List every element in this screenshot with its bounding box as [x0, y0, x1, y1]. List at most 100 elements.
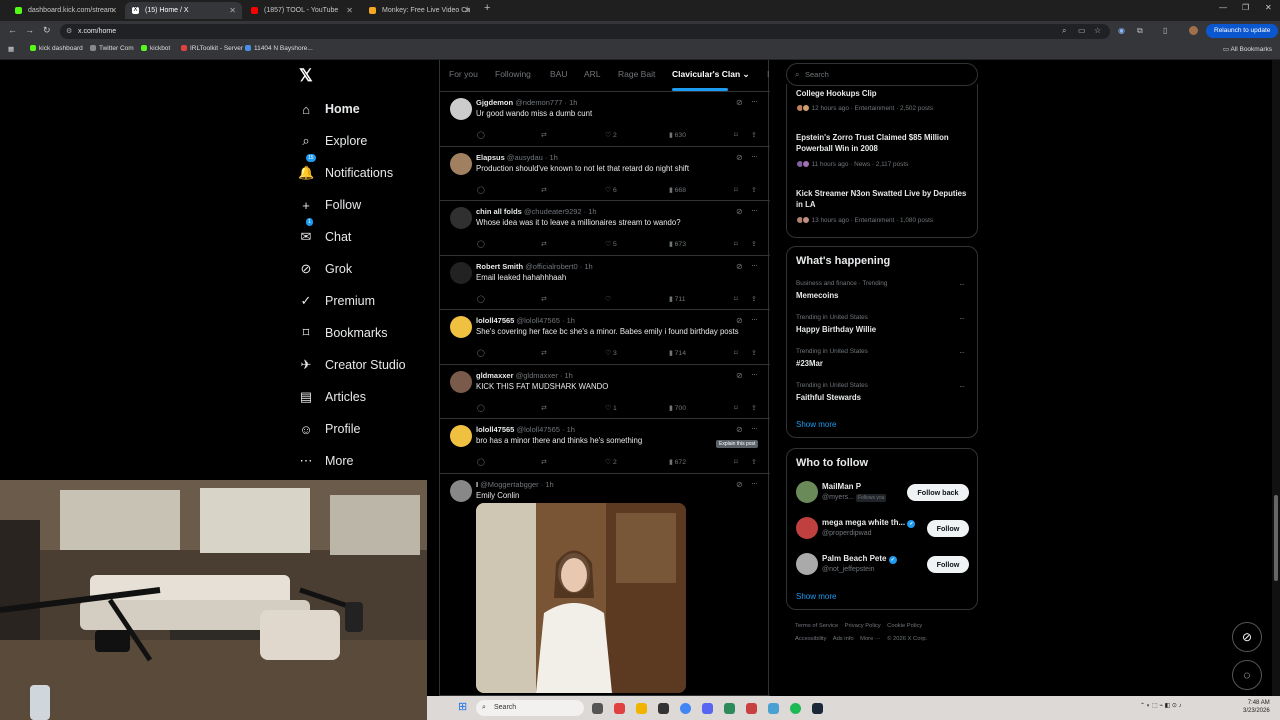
app-icon[interactable] — [746, 703, 757, 714]
avatar[interactable] — [450, 261, 472, 284]
app-icon[interactable] — [724, 703, 735, 714]
suggestion-name[interactable]: Palm Beach Pete ✓ — [822, 554, 897, 564]
reload-icon[interactable]: ↻ — [43, 25, 51, 36]
more-options-icon[interactable]: ··· — [959, 348, 965, 357]
author-handle[interactable]: @lololl47565 — [516, 425, 559, 434]
browser-tab[interactable]: Monkey: Free Live Video Ch ✕ — [362, 2, 477, 19]
task-view-icon[interactable] — [592, 703, 603, 714]
author-handle[interactable]: @ausydau — [507, 153, 543, 162]
show-more-link[interactable]: Show more — [796, 592, 836, 601]
repost-icon[interactable]: ⇄ — [541, 349, 547, 357]
tweet-time[interactable]: 1h — [567, 316, 575, 325]
author-name[interactable]: I — [476, 480, 478, 489]
avatar[interactable] — [450, 425, 472, 447]
repost-icon[interactable]: ⇄ — [541, 240, 547, 248]
tab-rage-bait[interactable]: Rage Bait — [618, 69, 655, 79]
nav-item-premium[interactable]: ✓ Premium — [298, 288, 375, 314]
bookmark-icon[interactable]: ⌑ — [734, 404, 738, 412]
tab-for-you[interactable]: For you — [449, 69, 478, 79]
follow-button[interactable]: Follow — [927, 556, 969, 573]
tweet[interactable]: chin all folds @chudeater9292 · 1h Whose … — [440, 201, 770, 256]
like-button[interactable]: ♡ 6 — [605, 186, 617, 194]
relaunch-button[interactable]: Relaunch to update — [1206, 24, 1279, 38]
footer-link[interactable]: More ··· — [860, 636, 881, 642]
grok-explain-icon[interactable]: ⊘ — [736, 371, 743, 380]
like-button[interactable]: ♡ 1 — [605, 404, 617, 412]
bookmark-item[interactable]: kick dashboard — [30, 45, 83, 52]
tweet-time[interactable]: 1h — [569, 98, 577, 107]
tweet-time[interactable]: 1h — [584, 262, 592, 271]
grok-explain-icon[interactable]: ⊘ — [736, 480, 743, 489]
repost-icon[interactable]: ⇄ — [541, 458, 547, 466]
bookmark-item[interactable]: IRLToolkit - Server — [181, 45, 243, 52]
avatar[interactable] — [450, 479, 472, 502]
author-name[interactable]: Elapsus — [476, 153, 505, 162]
bookmark-item[interactable]: 11404 N Bayshore... — [245, 45, 313, 52]
file-explorer-icon[interactable] — [636, 703, 647, 714]
repost-icon[interactable]: ⇄ — [541, 295, 547, 303]
new-tab-icon[interactable]: + — [484, 2, 490, 14]
like-button[interactable]: ♡ 5 — [605, 240, 617, 248]
bookmark-icon[interactable]: ⌑ — [734, 458, 738, 466]
nav-item-bookmarks[interactable]: ⌑ Bookmarks — [298, 320, 388, 346]
author-handle[interactable]: @lololl47565 — [516, 316, 559, 325]
author-handle[interactable]: @gldmaxxer — [516, 371, 558, 380]
tweet-time[interactable]: 1h — [550, 153, 558, 162]
footer-link[interactable]: Privacy Policy — [845, 623, 881, 629]
cast-icon[interactable]: ▭ — [1078, 26, 1086, 35]
footer-link[interactable]: Terms of Service — [795, 623, 838, 629]
author-name[interactable]: Robert Smith — [476, 262, 523, 271]
taskbar-search[interactable]: ⌕ Search — [476, 700, 584, 716]
tweet[interactable]: Elapsus @ausydau · 1h Production should'v… — [440, 147, 770, 201]
nav-item-more[interactable]: ⋯ More — [298, 448, 354, 474]
tab-clavicular-clan[interactable]: Clavicular's Clan ⌄ — [672, 69, 750, 80]
url-bar[interactable]: ⚙ x.com/home — [60, 24, 1110, 39]
nav-item-chat[interactable]: ✉ 1 Chat — [298, 218, 351, 250]
reply-icon[interactable]: ◯ — [477, 404, 485, 412]
like-button[interactable]: ♡ 2 — [605, 458, 617, 466]
footer-link[interactable]: Ads info — [833, 636, 854, 642]
author-name[interactable]: lololl47565 — [476, 316, 514, 325]
tweet-time[interactable]: 1h — [565, 371, 573, 380]
bookmark-icon[interactable]: ⌑ — [734, 349, 738, 357]
author-handle[interactable]: @ndemon777 — [515, 98, 562, 107]
x-logo[interactable]: 𝕏 — [299, 66, 313, 86]
share-icon[interactable]: ⇪ — [751, 131, 757, 139]
avatar[interactable] — [450, 98, 472, 120]
author-name[interactable]: chin all folds — [476, 207, 522, 216]
more-options-icon[interactable]: ··· — [751, 96, 758, 106]
tweet[interactable]: lololl47565 @lololl47565 · 1h She's cover… — [440, 310, 770, 365]
reply-icon[interactable]: ◯ — [477, 186, 485, 194]
sidebar-icon[interactable]: ▯ — [1163, 26, 1167, 35]
steam-icon[interactable] — [812, 703, 823, 714]
more-options-icon[interactable]: ··· — [751, 369, 758, 379]
minimize-icon[interactable]: — — [1219, 3, 1227, 12]
bookmark-item[interactable]: Twitter Com — [90, 45, 134, 52]
close-tab-icon[interactable]: ✕ — [346, 2, 353, 19]
tweet[interactable]: Gjgdemon @ndemon777 · 1h Ur good wando mi… — [440, 92, 770, 147]
share-icon[interactable]: ⇪ — [751, 295, 757, 303]
clock[interactable]: 7:48 AM 3/23/2026 — [1243, 699, 1270, 715]
grok-explain-icon[interactable]: ⊘ — [736, 262, 743, 271]
back-icon[interactable]: ← — [8, 25, 17, 35]
more-options-icon[interactable]: ··· — [751, 423, 758, 433]
close-tab-icon[interactable]: ✕ — [464, 2, 471, 19]
more-options-icon[interactable]: ··· — [959, 280, 965, 289]
author-name[interactable]: lololl47565 — [476, 425, 514, 434]
share-icon[interactable]: ⇪ — [751, 186, 757, 194]
tweet-time[interactable]: 1h — [588, 207, 596, 216]
browser-tab-active[interactable]: X (15) Home / X ✕ — [125, 2, 242, 19]
avatar[interactable] — [450, 152, 472, 175]
avatar[interactable] — [450, 370, 472, 393]
views-button[interactable]: ▮ 668 — [669, 186, 686, 194]
tab-bau[interactable]: BAU — [550, 69, 567, 79]
tweet[interactable]: gldmaxxer @gldmaxxer · 1h KICK THIS FAT M… — [440, 365, 770, 419]
author-handle[interactable]: @Moggertabgger — [480, 480, 538, 489]
follow-back-button[interactable]: Follow back — [907, 484, 969, 501]
avatar[interactable] — [796, 517, 818, 539]
reply-icon[interactable]: ◯ — [477, 349, 485, 357]
chrome-icon[interactable] — [680, 703, 691, 714]
bookmark-icon[interactable]: ⌑ — [734, 186, 738, 194]
reply-icon[interactable]: ◯ — [477, 240, 485, 248]
grok-icon[interactable]: ⊘ — [1232, 622, 1262, 652]
